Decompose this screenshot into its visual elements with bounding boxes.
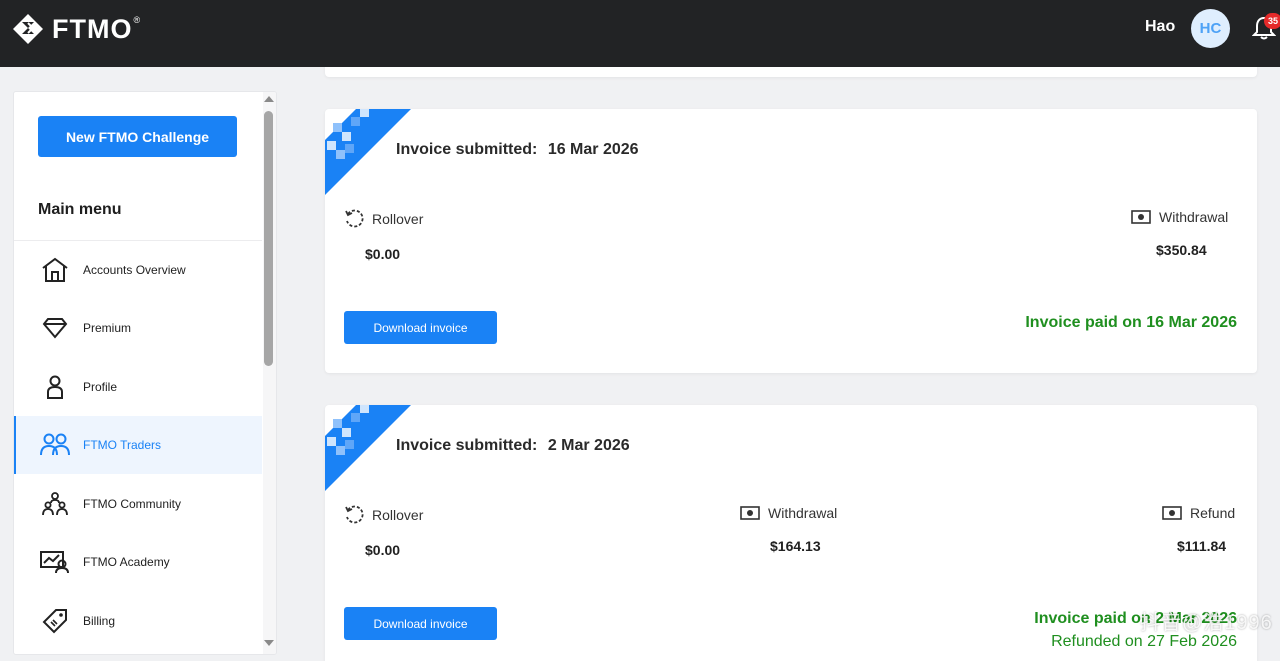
sidebar-scroll-thumb[interactable] (264, 111, 273, 366)
cash-icon (740, 506, 760, 520)
sidebar-item-label: FTMO Traders (83, 438, 162, 452)
rollover-label: Rollover (372, 507, 424, 523)
sidebar-item-billing[interactable]: Billing (14, 592, 262, 650)
diamond-icon (40, 313, 70, 343)
sidebar-item-label: FTMO Academy (83, 555, 170, 569)
sidebar-item-label: Premium (83, 321, 132, 335)
people-icon (40, 430, 70, 460)
logo-text: FTMO (52, 13, 133, 44)
withdrawal-label: Withdrawal (1159, 209, 1229, 225)
main-content: Invoice submitted: 16 Mar 2026 Rollover … (305, 67, 1280, 661)
person-icon (40, 372, 70, 402)
cash-icon (1131, 210, 1151, 224)
previous-invoice-card (325, 67, 1257, 77)
rollover-value: $0.00 (365, 542, 401, 558)
invoice-submitted-label: Invoice submitted: (396, 437, 538, 454)
scroll-up-arrow-icon[interactable] (264, 96, 274, 102)
user-name[interactable]: Hao (1145, 18, 1175, 36)
withdrawal-label: Withdrawal (768, 505, 838, 521)
rollover-label: Rollover (372, 211, 424, 227)
sidebar-item-ftmo-community[interactable]: FTMO Community (14, 475, 262, 533)
invoice-submitted-title: Invoice submitted: 2 Mar 2026 (396, 437, 630, 455)
invoice-submitted-label: Invoice submitted: (396, 141, 538, 158)
rollover-field: Rollover $0.00 (344, 505, 423, 558)
refund-label: Refund (1190, 505, 1236, 521)
invoice-submitted-date: 16 Mar 2026 (547, 141, 639, 158)
sidebar-item-label: Profile (83, 380, 118, 394)
refund-value: $111.84 (1177, 538, 1227, 554)
invoice-paid-status: Invoice paid on 16 Mar 2026 (1025, 314, 1237, 331)
sidebar-container: New FTMO Challenge Main menu Accounts Ov… (0, 67, 305, 661)
new-challenge-button[interactable]: New FTMO Challenge (38, 116, 237, 157)
ftmo-logo[interactable]: FTMO ® (12, 13, 140, 45)
sidebar-item-ftmo-traders[interactable]: FTMO Traders (14, 416, 262, 474)
invoice-submitted-date: 2 Mar 2026 (547, 437, 630, 454)
refund-field: Refund $111.84 (1162, 505, 1235, 554)
refunded-status: Refunded on 27 Feb 2026 (1051, 633, 1237, 650)
top-bar: FTMO ® Hao HC 35 (0, 0, 1280, 67)
sidebar-item-label: Accounts Overview (83, 263, 186, 277)
community-icon (40, 489, 70, 519)
ftmo-logo-icon (13, 14, 43, 44)
download-invoice-button[interactable]: Download invoice (344, 311, 497, 344)
tag-icon (40, 606, 70, 636)
cash-icon (1162, 506, 1182, 520)
withdrawal-field: Withdrawal $350.84 (1131, 209, 1239, 258)
withdrawal-value: $350.84 (1156, 242, 1207, 258)
main-menu-title: Main menu (38, 201, 122, 218)
withdrawal-field: Withdrawal $164.13 (740, 505, 837, 554)
watermark: 抖音@浩1996 (1140, 612, 1273, 634)
download-invoice-button[interactable]: Download invoice (344, 607, 497, 640)
sidebar-item-ftmo-academy[interactable]: FTMO Academy (14, 533, 262, 591)
sidebar-item-label: FTMO Community (83, 497, 182, 511)
invoice-submitted-title: Invoice submitted: 16 Mar 2026 (396, 141, 639, 159)
sidebar-item-accounts-overview[interactable]: Accounts Overview (14, 241, 262, 299)
sidebar-item-profile[interactable]: Profile (14, 358, 262, 416)
logo-registered-mark: ® (133, 15, 141, 25)
sidebar: New FTMO Challenge Main menu Accounts Ov… (13, 91, 277, 655)
sidebar-item-premium[interactable]: Premium (14, 299, 262, 357)
withdrawal-value: $164.13 (770, 538, 821, 554)
avatar[interactable]: HC (1191, 9, 1230, 48)
house-icon (40, 255, 70, 285)
invoice-card: Invoice submitted: 2 Mar 2026 Rollover $… (325, 405, 1257, 661)
rollover-value: $0.00 (365, 246, 401, 262)
rollover-icon (345, 505, 364, 524)
invoice-card: Invoice submitted: 16 Mar 2026 Rollover … (325, 109, 1257, 373)
notification-badge: 35 (1264, 13, 1280, 29)
rollover-icon (345, 209, 364, 228)
sidebar-item-label: Billing (83, 614, 116, 628)
academy-icon (40, 547, 70, 577)
rollover-field: Rollover $0.00 (344, 209, 423, 262)
scroll-down-arrow-icon[interactable] (264, 640, 274, 646)
